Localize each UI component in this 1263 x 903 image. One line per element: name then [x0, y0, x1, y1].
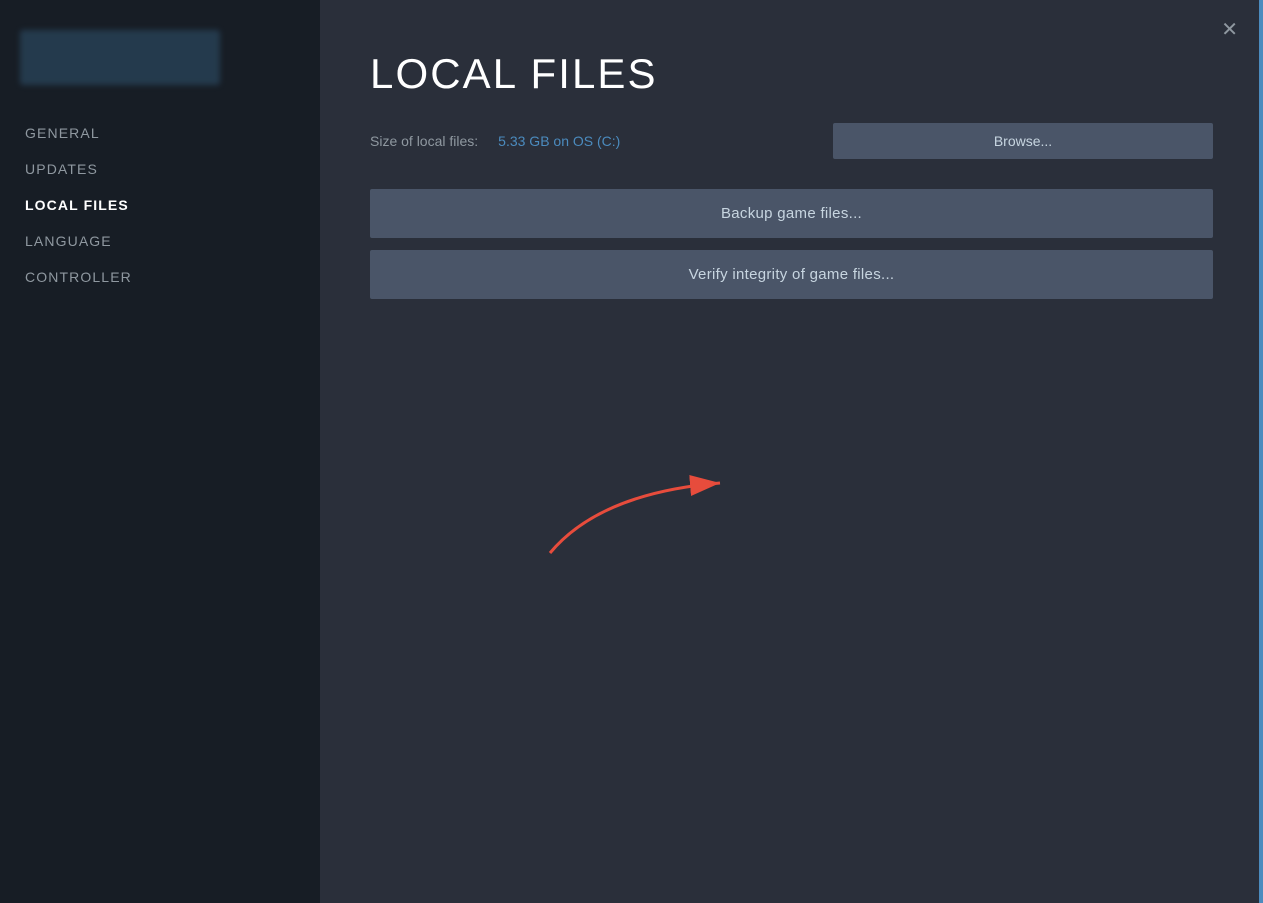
- sidebar-item-local-files[interactable]: LOCAL FILES: [0, 187, 320, 223]
- arrow-icon: [540, 473, 740, 573]
- size-row: Size of local files: 5.33 GB on OS (C:) …: [370, 123, 1213, 159]
- sidebar: GENERAL UPDATES LOCAL FILES LANGUAGE CON…: [0, 0, 320, 903]
- arrow-annotation: [540, 473, 740, 573]
- sidebar-nav: GENERAL UPDATES LOCAL FILES LANGUAGE CON…: [0, 115, 320, 295]
- browse-button[interactable]: Browse...: [833, 123, 1213, 159]
- backup-button[interactable]: Backup game files...: [370, 189, 1213, 238]
- size-value[interactable]: 5.33 GB on OS (C:): [498, 133, 620, 149]
- verify-button[interactable]: Verify integrity of game files...: [370, 250, 1213, 299]
- close-button[interactable]: ✕: [1216, 15, 1243, 45]
- sidebar-item-controller[interactable]: CONTROLLER: [0, 259, 320, 295]
- right-accent: [1259, 0, 1263, 903]
- page-title: LOCAL FILES: [370, 50, 1213, 98]
- sidebar-item-general[interactable]: GENERAL: [0, 115, 320, 151]
- sidebar-item-updates[interactable]: UPDATES: [0, 151, 320, 187]
- dialog: GENERAL UPDATES LOCAL FILES LANGUAGE CON…: [0, 0, 1263, 903]
- game-title-box: [20, 30, 220, 85]
- sidebar-item-language[interactable]: LANGUAGE: [0, 223, 320, 259]
- main-content: ✕ LOCAL FILES Size of local files: 5.33 …: [320, 0, 1263, 903]
- size-label: Size of local files:: [370, 133, 478, 149]
